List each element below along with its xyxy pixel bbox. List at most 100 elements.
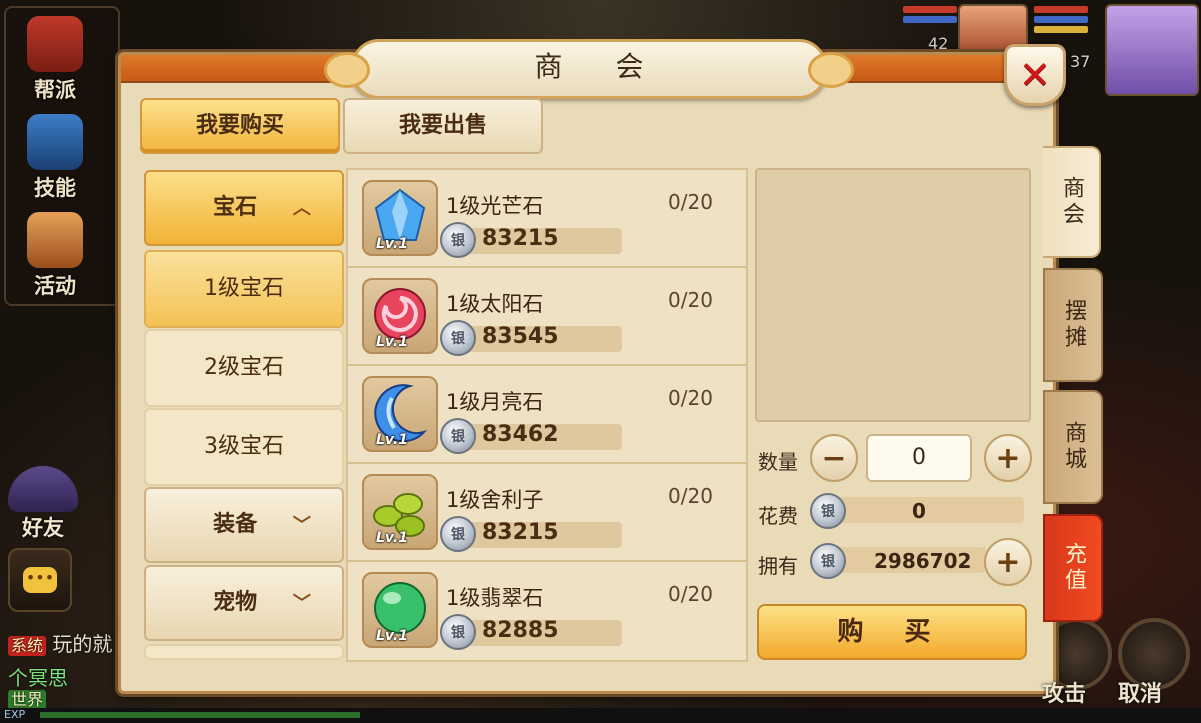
category-gems[interactable]: 宝石 ︿ (144, 170, 344, 246)
tab-recharge[interactable]: 充值 (1043, 514, 1103, 622)
item-price: 83545 (482, 324, 559, 349)
tab-recharge-label: 充值 (1061, 542, 1086, 594)
panel-title-plate: 商 会 (324, 39, 854, 99)
tab-mall-label: 商城 (1061, 421, 1086, 473)
silver-coin-icon: 银 (440, 320, 476, 356)
player-portrait[interactable] (1105, 4, 1199, 96)
guild-label: 帮派 (34, 78, 76, 102)
item-level-label: Lv.1 (376, 334, 408, 350)
chevron-down-icon: ﹀ (292, 515, 311, 536)
item-stock: 0/20 (668, 386, 713, 410)
friends-button[interactable]: 好友 (6, 466, 80, 542)
chevron-up-icon: ︿ (292, 198, 311, 219)
guild-menu-button[interactable]: 帮派 (18, 16, 92, 104)
guild-icon (27, 16, 83, 72)
list-item[interactable]: Lv.1 1级太阳石 0/20 银 83545 (348, 268, 746, 366)
item-slot: Lv.1 (362, 572, 438, 648)
quantity-input[interactable]: 0 (866, 434, 972, 482)
item-stock: 0/20 (668, 190, 713, 214)
chevron-down-icon: ﹀ (292, 593, 311, 614)
tab-sell[interactable]: 我要出售 (343, 98, 543, 154)
silver-coin-icon: 银 (440, 418, 476, 454)
item-slot: Lv.1 (362, 474, 438, 550)
silver-coin-icon: 银 (810, 543, 846, 579)
friends-label: 好友 (22, 516, 64, 540)
item-price: 82885 (482, 618, 559, 643)
cost-label: 花费 (758, 504, 798, 528)
skill-book-icon (27, 114, 83, 170)
player-hp-bars (1034, 6, 1088, 36)
skills-menu-button[interactable]: 技能 (18, 114, 92, 202)
category-gems-label: 宝石 (213, 195, 258, 220)
plus-icon: + (995, 544, 1021, 580)
increase-quantity-button[interactable]: + (984, 434, 1032, 482)
item-slot: Lv.1 (362, 376, 438, 452)
item-price: 83215 (482, 226, 559, 251)
list-item[interactable]: Lv.1 1级月亮石 0/20 银 83462 (348, 366, 746, 464)
cancel-label: 取消 (1118, 682, 1163, 707)
item-name: 1级太阳石 (446, 292, 544, 316)
exp-fill (40, 712, 360, 718)
friend-avatar-icon (8, 466, 78, 512)
item-stock: 0/20 (668, 288, 713, 312)
item-level-label: Lv.1 (376, 432, 408, 448)
item-name: 1级光芒石 (446, 194, 544, 218)
item-preview-area (755, 168, 1031, 422)
item-level-label: Lv.1 (376, 628, 408, 644)
add-silver-button[interactable]: + (984, 538, 1032, 586)
item-level-label: Lv.1 (376, 530, 408, 546)
system-tag: 系统 (8, 636, 47, 656)
item-list[interactable]: Lv.1 1级光芒石 0/20 银 83215 Lv.1 1级太阳石 0/20 … (346, 168, 748, 662)
item-name: 1级翡翠石 (446, 586, 544, 610)
right-cloud-ornament-icon (808, 52, 854, 88)
subcategory-gem-level-2[interactable]: 2级宝石 (144, 329, 344, 407)
category-pets-label: 宠物 (213, 590, 258, 615)
list-item[interactable]: Lv.1 1级舍利子 0/20 银 83215 (348, 464, 746, 562)
silver-coin-icon: 银 (810, 493, 846, 529)
list-item[interactable]: Lv.1 1级光芒石 0/20 银 83215 (348, 170, 746, 268)
left-function-menu: 帮派 技能 活动 (4, 6, 120, 306)
category-equipment[interactable]: 装备 ﹀ (144, 487, 344, 563)
category-equipment-label: 装备 (213, 512, 258, 537)
pet-level: 42 (928, 34, 949, 53)
item-price: 83462 (482, 422, 559, 447)
world-tag: 世界 (8, 690, 47, 710)
subcategory-gem-level-3[interactable]: 3级宝石 (144, 408, 344, 486)
category-list-overflow (144, 644, 344, 660)
tab-chamber-of-commerce-label: 商会 (1059, 176, 1084, 228)
buy-button[interactable]: 购 买 (757, 604, 1027, 660)
pet-hp-bars (903, 6, 957, 26)
list-item[interactable]: Lv.1 1级翡翠石 0/20 银 82885 (348, 562, 746, 658)
item-stock: 0/20 (668, 582, 713, 606)
attack-label: 攻击 (1042, 682, 1087, 707)
system-chat-text: 玩的就 (52, 632, 113, 656)
item-price: 83215 (482, 520, 559, 545)
silver-coin-icon: 银 (440, 614, 476, 650)
close-icon: ✕ (1019, 53, 1051, 97)
tab-stall-label: 摆摊 (1061, 299, 1086, 351)
tab-stall[interactable]: 摆摊 (1043, 268, 1103, 382)
chat-world-line: 世界 (8, 686, 47, 710)
category-pets[interactable]: 宠物 ﹀ (144, 565, 344, 641)
chat-bubble-icon: ••• (23, 567, 57, 593)
subcategory-gem-level-1[interactable]: 1级宝石 (144, 250, 344, 328)
silver-coin-icon: 银 (440, 222, 476, 258)
activity-menu-button[interactable]: 活动 (18, 212, 92, 300)
plus-icon: + (995, 440, 1021, 476)
horn-icon (27, 212, 83, 268)
tab-chamber-of-commerce[interactable]: 商会 (1043, 146, 1101, 258)
minus-icon: − (821, 440, 847, 476)
tab-mall[interactable]: 商城 (1043, 390, 1103, 504)
cost-value: 0 (912, 499, 926, 523)
decrease-quantity-button[interactable]: − (810, 434, 858, 482)
close-button[interactable]: ✕ (1004, 44, 1066, 106)
chat-button[interactable]: ••• (8, 548, 72, 612)
item-level-label: Lv.1 (376, 236, 408, 252)
activity-label: 活动 (34, 274, 76, 298)
silver-coin-icon: 银 (440, 516, 476, 552)
item-name: 1级月亮石 (446, 390, 544, 414)
skills-label: 技能 (34, 176, 76, 200)
item-slot: Lv.1 (362, 278, 438, 354)
quantity-label: 数量 (758, 450, 798, 474)
tab-buy[interactable]: 我要购买 (140, 98, 340, 154)
